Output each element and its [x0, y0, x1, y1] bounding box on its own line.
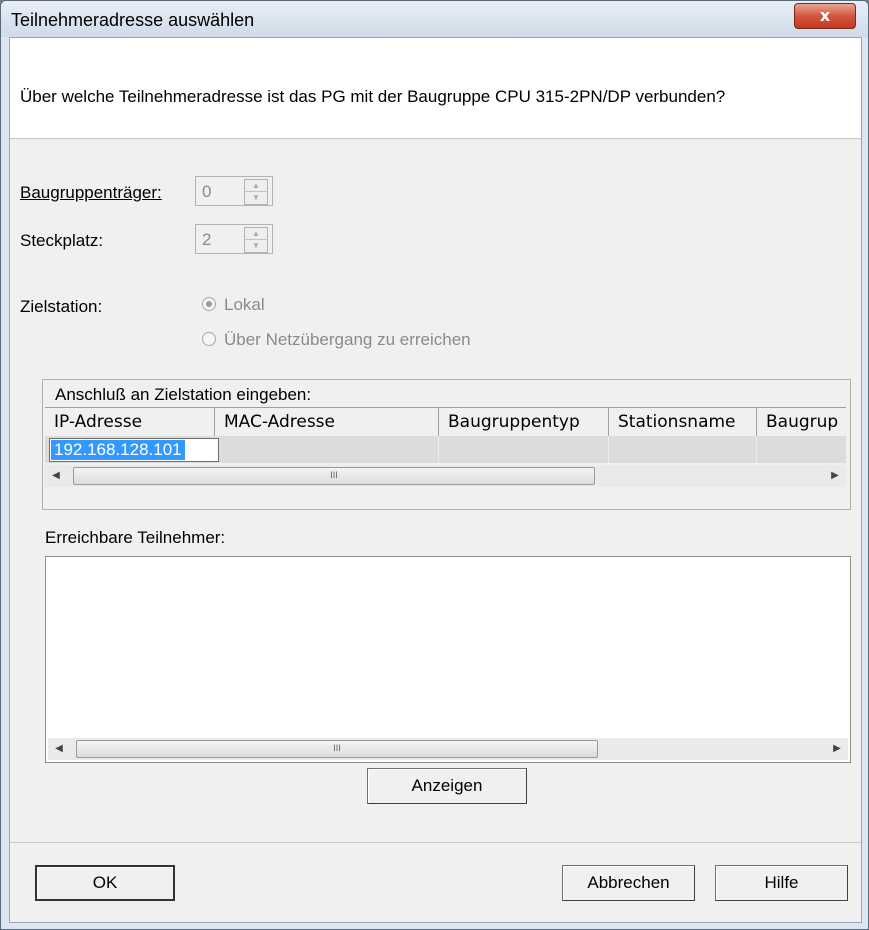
radio-gateway[interactable]: Über Netzübergang zu erreichen [202, 330, 471, 350]
column-header-mac[interactable]: MAC-Adresse [215, 408, 439, 436]
spin-up-icon[interactable]: ▲ [245, 228, 267, 240]
question-text: Über welche Teilnehmeradresse ist das PG… [20, 87, 726, 106]
radio-gateway-label: Über Netzübergang zu erreichen [224, 330, 471, 349]
slot-label: Steckplatz: [20, 231, 104, 250]
mac-cell[interactable] [215, 436, 439, 463]
question-header: Über welche Teilnehmeradresse ist das PG… [10, 38, 861, 139]
connection-hscrollbar[interactable]: ◀ III ▶ [45, 465, 846, 487]
rack-label: Baugruppenträger: [20, 183, 162, 202]
column-header-module-type[interactable]: Baugruppentyp [439, 408, 609, 436]
column-header-module[interactable]: Baugrup [757, 408, 846, 436]
scroll-right-icon[interactable]: ▶ [826, 740, 848, 758]
connection-grid-header: IP-Adresse MAC-Adresse Baugruppentyp Sta… [45, 407, 846, 437]
station-name-cell[interactable] [609, 436, 757, 463]
table-row[interactable]: 192.168.128.101 [45, 436, 846, 463]
help-button[interactable]: Hilfe [715, 865, 848, 901]
title-bar: Teilnehmeradresse auswählen x [1, 1, 868, 37]
cancel-button[interactable]: Abbrechen [562, 865, 695, 901]
dialog-client: Über welche Teilnehmeradresse ist das PG… [9, 37, 862, 923]
scroll-thumb[interactable]: III [73, 467, 595, 485]
slot-value: 2 [202, 230, 212, 249]
target-label: Zielstation: [20, 297, 103, 316]
slot-spinner[interactable]: 2 ▲ ▼ [195, 224, 273, 254]
module-cell[interactable] [757, 436, 846, 463]
rack-spinner[interactable]: 0 ▲ ▼ [195, 176, 273, 206]
spin-down-icon[interactable]: ▼ [245, 240, 267, 251]
connection-caption: Anschluß an Zielstation eingeben: [55, 385, 312, 404]
module-type-cell[interactable] [439, 436, 609, 463]
ok-button[interactable]: OK [35, 865, 175, 901]
radio-checked-icon [202, 297, 216, 311]
connection-group: Anschluß an Zielstation eingeben: IP-Adr… [42, 379, 851, 510]
close-button[interactable]: x [794, 3, 856, 29]
column-header-station-name[interactable]: Stationsname [609, 408, 757, 436]
reachable-hscrollbar[interactable]: ◀ III ▶ [48, 738, 848, 760]
reachable-list[interactable]: ◀ III ▶ [45, 556, 851, 763]
slot-spin-buttons[interactable]: ▲ ▼ [244, 227, 268, 253]
ip-cell[interactable]: 192.168.128.101 [45, 436, 219, 463]
scroll-right-icon[interactable]: ▶ [824, 467, 846, 485]
scroll-left-icon[interactable]: ◀ [45, 467, 67, 485]
rack-spin-buttons[interactable]: ▲ ▼ [244, 179, 268, 205]
show-button[interactable]: Anzeigen [367, 768, 527, 804]
radio-local-label: Lokal [224, 295, 265, 314]
radio-unchecked-icon [202, 332, 216, 346]
reachable-caption: Erreichbare Teilnehmer: [45, 528, 226, 547]
window-title: Teilnehmeradresse auswählen [11, 10, 255, 30]
button-bar: OK Abbrechen Hilfe [10, 843, 861, 922]
spin-up-icon[interactable]: ▲ [245, 180, 267, 192]
radio-local[interactable]: Lokal [202, 295, 265, 315]
dialog-window: Teilnehmeradresse auswählen x Über welch… [0, 0, 869, 930]
rack-value: 0 [202, 182, 212, 201]
ip-address-input[interactable]: 192.168.128.101 [49, 438, 219, 462]
scroll-thumb[interactable]: III [76, 740, 598, 758]
scroll-left-icon[interactable]: ◀ [48, 740, 70, 758]
ip-address-value[interactable]: 192.168.128.101 [51, 440, 185, 460]
column-header-ip[interactable]: IP-Adresse [45, 408, 215, 436]
spin-down-icon[interactable]: ▼ [245, 192, 267, 203]
